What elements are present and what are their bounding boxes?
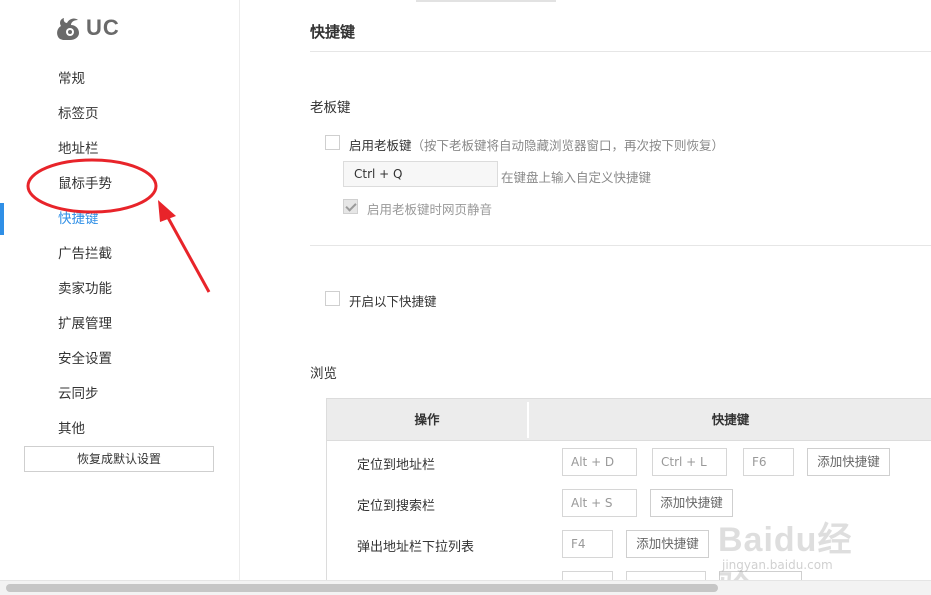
enable-boss-key-hint: （按下老板键将自动隐藏浏览器窗口，再次按下则恢复） <box>411 138 725 153</box>
sidebar-item-address-bar[interactable]: 地址栏 <box>58 139 99 159</box>
boss-key-section-title: 老板键 <box>310 100 351 116</box>
enable-shortcuts-label: 开启以下快捷键 <box>349 294 437 309</box>
horizontal-scrollbar[interactable] <box>0 580 931 595</box>
add-shortcut-button[interactable]: 添加快捷键 <box>807 448 890 476</box>
page-title: 快捷键 <box>310 23 356 41</box>
settings-sidebar: UC 常规 标签页 地址栏 鼠标手势 快捷键 广告拦截 卖家功能 扩展管理 安全… <box>0 0 240 580</box>
enable-shortcuts-checkbox[interactable] <box>325 291 340 306</box>
shortcut-key-box[interactable] <box>562 571 613 580</box>
baidu-watermark: Baidu经验 jingyan.baidu.com <box>712 512 887 595</box>
enable-boss-key-checkbox[interactable] <box>325 135 340 150</box>
table-header: 操作 快捷键 <box>327 399 931 441</box>
sidebar-item-general[interactable]: 常规 <box>58 69 85 89</box>
active-indicator <box>0 203 4 235</box>
row-action-focus-search-bar: 定位到搜索栏 <box>357 499 436 514</box>
sidebar-item-seller-features[interactable]: 卖家功能 <box>58 279 112 299</box>
mute-on-boss-key-label: 启用老板键时网页静音 <box>367 202 493 217</box>
mute-on-boss-key-checkbox[interactable] <box>343 199 358 214</box>
boss-key-input[interactable]: Ctrl + Q <box>343 161 498 187</box>
restore-defaults-button[interactable]: 恢复成默认设置 <box>24 446 214 472</box>
sidebar-item-cloud-sync[interactable]: 云同步 <box>58 384 99 404</box>
sidebar-item-shortcuts[interactable]: 快捷键 <box>58 209 99 229</box>
shortcut-key-box[interactable]: F6 <box>743 448 794 476</box>
sidebar-item-tabs[interactable]: 标签页 <box>58 104 99 124</box>
browse-section-title: 浏览 <box>310 366 337 382</box>
add-shortcut-button[interactable]: 添加快捷键 <box>626 530 709 558</box>
row-action-address-dropdown: 弹出地址栏下拉列表 <box>357 540 475 555</box>
uc-squirrel-icon <box>57 18 79 40</box>
sidebar-item-ad-block[interactable]: 广告拦截 <box>58 244 112 264</box>
divider <box>310 51 931 52</box>
enable-boss-key-text: 启用老板键 <box>349 138 412 153</box>
column-header-shortcut: 快捷键 <box>711 412 750 427</box>
watermark-url: jingyan.baidu.com <box>722 558 833 572</box>
column-header-action: 操作 <box>414 412 440 427</box>
sidebar-item-other[interactable]: 其他 <box>58 419 85 439</box>
boss-key-input-hint: 在键盘上输入自定义快捷键 <box>501 170 652 185</box>
shortcut-key-box[interactable]: F4 <box>562 530 613 558</box>
shortcut-key-box[interactable]: Alt + D <box>562 448 637 476</box>
scrollbar-thumb[interactable] <box>6 584 718 592</box>
divider <box>310 245 931 246</box>
sidebar-item-mouse-gestures[interactable]: 鼠标手势 <box>58 174 112 194</box>
uc-logo-text: UC <box>86 15 120 40</box>
shortcuts-panel: 快捷键 老板键 启用老板键（按下老板键将自动隐藏浏览器窗口，再次按下则恢复） C… <box>241 0 931 580</box>
sidebar-item-extensions[interactable]: 扩展管理 <box>58 314 112 334</box>
sidebar-item-security[interactable]: 安全设置 <box>58 349 112 369</box>
enable-boss-key-label: 启用老板键（按下老板键将自动隐藏浏览器窗口，再次按下则恢复） <box>349 135 724 154</box>
shortcut-key-box[interactable]: Ctrl + L <box>652 448 727 476</box>
uc-logo: UC <box>54 14 120 42</box>
row-action-focus-address-bar: 定位到地址栏 <box>357 458 436 473</box>
shortcut-key-box[interactable]: Alt + S <box>562 489 637 517</box>
shortcut-key-box[interactable] <box>626 571 706 580</box>
top-tab-strip <box>416 0 556 2</box>
